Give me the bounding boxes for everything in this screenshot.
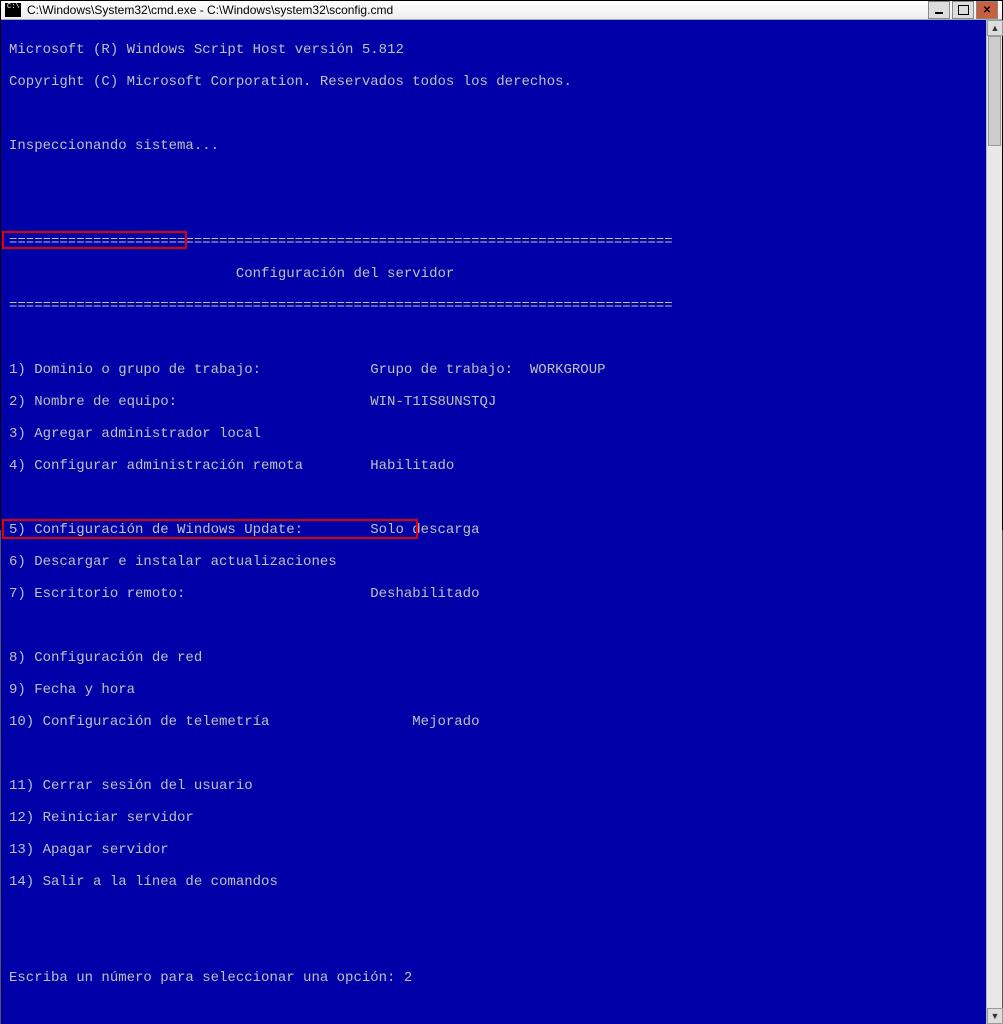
banner-title: Configuración del servidor — [9, 266, 978, 282]
menu-item-9: 9) Fecha y hora — [9, 682, 978, 698]
window-controls — [928, 1, 998, 19]
divider-line: ========================================… — [9, 298, 978, 314]
console-output[interactable]: Microsoft (R) Windows Script Host versió… — [1, 20, 986, 1024]
menu-item-13: 13) Apagar servidor — [9, 842, 978, 858]
minimize-button[interactable] — [928, 1, 950, 19]
menu-item-2: 2) Nombre de equipo: WIN-T1IS8UNSTQJ — [9, 394, 978, 410]
blank-line — [9, 618, 978, 634]
scroll-down-arrow-icon[interactable]: ▼ — [987, 1008, 1003, 1024]
blank-line — [9, 746, 978, 762]
titlebar[interactable]: C:\. C:\Windows\System32\cmd.exe - C:\Wi… — [1, 1, 1002, 20]
menu-item-4: 4) Configurar administración remota Habi… — [9, 458, 978, 474]
blank-line — [9, 330, 978, 346]
copyright-line: Copyright (C) Microsoft Corporation. Res… — [9, 74, 978, 90]
scroll-up-arrow-icon[interactable]: ▲ — [987, 20, 1003, 36]
divider-line: ========================================… — [9, 234, 978, 250]
menu-item-5: 5) Configuración de Windows Update: Solo… — [9, 522, 978, 538]
client-area: Microsoft (R) Windows Script Host versió… — [1, 20, 1002, 1024]
prompt-line[interactable]: Escriba un número para seleccionar una o… — [9, 970, 978, 986]
inspecting-line: Inspeccionando sistema... — [9, 138, 978, 154]
scrollbar-thumb[interactable] — [988, 36, 1001, 146]
menu-item-6: 6) Descargar e instalar actualizaciones — [9, 554, 978, 570]
blank-line — [9, 490, 978, 506]
menu-item-14: 14) Salir a la línea de comandos — [9, 874, 978, 890]
menu-item-10: 10) Configuración de telemetría Mejorado — [9, 714, 978, 730]
cmd-icon: C:\. — [5, 3, 21, 17]
menu-item-12: 12) Reiniciar servidor — [9, 810, 978, 826]
vertical-scrollbar[interactable]: ▲ ▼ — [986, 20, 1002, 1024]
script-host-line: Microsoft (R) Windows Script Host versió… — [9, 42, 978, 58]
menu-item-7: 7) Escritorio remoto: Deshabilitado — [9, 586, 978, 602]
blank-line — [9, 170, 978, 186]
scrollbar-track[interactable] — [987, 36, 1002, 1008]
maximize-button[interactable] — [952, 1, 974, 19]
menu-item-11: 11) Cerrar sesión del usuario — [9, 778, 978, 794]
close-button[interactable] — [976, 1, 998, 19]
blank-line — [9, 938, 978, 954]
blank-line — [9, 202, 978, 218]
menu-item-1: 1) Dominio o grupo de trabajo: Grupo de … — [9, 362, 978, 378]
menu-item-8: 8) Configuración de red — [9, 650, 978, 666]
blank-line — [9, 106, 978, 122]
cmd-window: C:\. C:\Windows\System32\cmd.exe - C:\Wi… — [0, 0, 1003, 530]
window-title: C:\Windows\System32\cmd.exe - C:\Windows… — [27, 3, 928, 17]
menu-item-3: 3) Agregar administrador local — [9, 426, 978, 442]
blank-line — [9, 906, 978, 922]
